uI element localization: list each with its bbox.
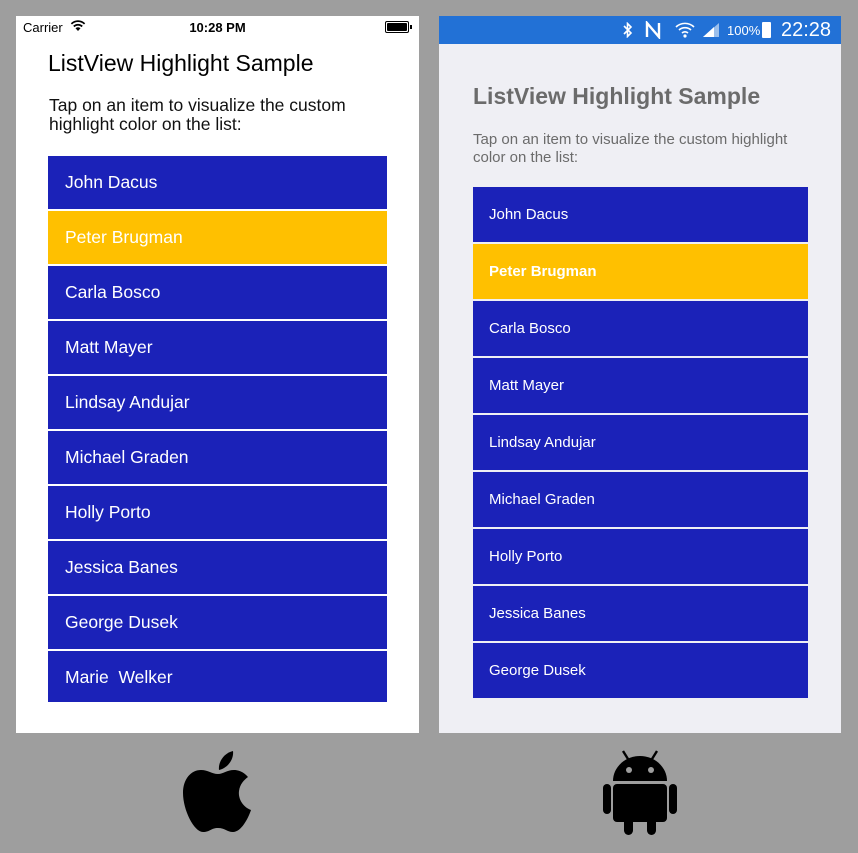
list-item[interactable]: Holly Porto bbox=[473, 529, 808, 584]
list-item[interactable]: Matt Mayer bbox=[48, 321, 387, 374]
wifi-icon bbox=[675, 21, 695, 44]
list-item[interactable]: Lindsay Andujar bbox=[48, 376, 387, 429]
status-time: 22:28 bbox=[781, 19, 832, 41]
battery-icon bbox=[762, 22, 771, 38]
list-item[interactable]: Carla Bosco bbox=[48, 266, 387, 319]
page-title: ListView Highlight Sample bbox=[48, 50, 314, 76]
ios-status-bar: Carrier 10:28 PM bbox=[16, 16, 419, 38]
apple-logo bbox=[182, 748, 254, 839]
bluetooth-icon bbox=[623, 21, 633, 43]
list-item[interactable]: George Dusek bbox=[473, 643, 808, 698]
battery-icon bbox=[385, 21, 412, 33]
android-logo bbox=[603, 749, 677, 840]
list-item[interactable]: John Dacus bbox=[473, 187, 808, 242]
list-item[interactable]: George Dusek bbox=[48, 596, 387, 649]
list-item[interactable]: Michael Graden bbox=[473, 472, 808, 527]
ios-screen: Carrier 10:28 PM ListView Highlight Samp… bbox=[16, 16, 419, 733]
list-item-selected[interactable]: Peter Brugman bbox=[473, 244, 808, 299]
list-item[interactable]: Holly Porto bbox=[48, 486, 387, 539]
list-item[interactable]: Michael Graden bbox=[48, 431, 387, 484]
list-item[interactable]: Marie Welker bbox=[48, 651, 387, 702]
status-time: 10:28 PM bbox=[189, 20, 246, 35]
list-item[interactable]: Lindsay Andujar bbox=[473, 415, 808, 470]
android-status-bar: 100% 22:28 bbox=[439, 16, 841, 44]
signal-icon bbox=[702, 22, 720, 43]
list-item-selected[interactable]: Peter Brugman bbox=[48, 211, 387, 264]
page-subtitle: Tap on an item to visualize the custom h… bbox=[49, 95, 346, 134]
page-subtitle: Tap on an item to visualize the custom h… bbox=[473, 131, 788, 166]
battery-percent: 100% bbox=[727, 23, 761, 38]
list-view[interactable]: John Dacus Peter Brugman Carla Bosco Mat… bbox=[473, 187, 808, 698]
android-screen: 100% 22:28 ListView Highlight Sample Tap… bbox=[439, 16, 841, 733]
nfc-icon bbox=[645, 19, 661, 44]
page-title: ListView Highlight Sample bbox=[473, 83, 761, 109]
list-item[interactable]: Carla Bosco bbox=[473, 301, 808, 356]
list-item[interactable]: Matt Mayer bbox=[473, 358, 808, 413]
list-item[interactable]: John Dacus bbox=[48, 156, 387, 209]
list-item[interactable]: Jessica Banes bbox=[473, 586, 808, 641]
list-view[interactable]: John Dacus Peter Brugman Carla Bosco Mat… bbox=[48, 156, 387, 702]
list-item[interactable]: Jessica Banes bbox=[48, 541, 387, 594]
